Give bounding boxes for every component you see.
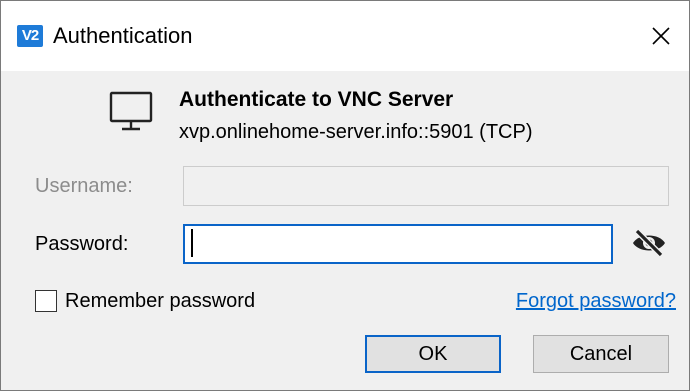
close-button[interactable]	[633, 1, 689, 71]
remember-password-label[interactable]: Remember password	[65, 288, 255, 314]
vnc-logo-icon: V2	[17, 25, 43, 47]
monitor-icon	[109, 91, 153, 131]
title-bar: V2 Authentication	[1, 1, 689, 71]
cancel-button[interactable]: Cancel	[533, 335, 669, 373]
username-label: Username:	[35, 175, 133, 197]
eye-slash-icon	[633, 228, 665, 258]
show-password-toggle[interactable]	[629, 227, 669, 259]
authentication-dialog: V2 Authentication Authenticate to VNC Se…	[0, 0, 690, 391]
window-title: Authentication	[53, 23, 193, 48]
ok-button[interactable]: OK	[365, 335, 501, 373]
server-address: xvp.onlinehome-server.info::5901 (TCP)	[179, 121, 533, 143]
auth-header: Authenticate to VNC Server xvp.onlinehom…	[109, 87, 669, 147]
auth-title: Authenticate to VNC Server	[179, 88, 454, 111]
password-field[interactable]	[183, 224, 613, 264]
remember-password-checkbox[interactable]	[35, 290, 57, 312]
forgot-password-link[interactable]: Forgot password?	[516, 288, 676, 314]
username-field[interactable]	[183, 166, 669, 206]
password-label: Password:	[35, 233, 129, 255]
close-icon	[652, 27, 670, 45]
text-caret	[191, 229, 193, 257]
